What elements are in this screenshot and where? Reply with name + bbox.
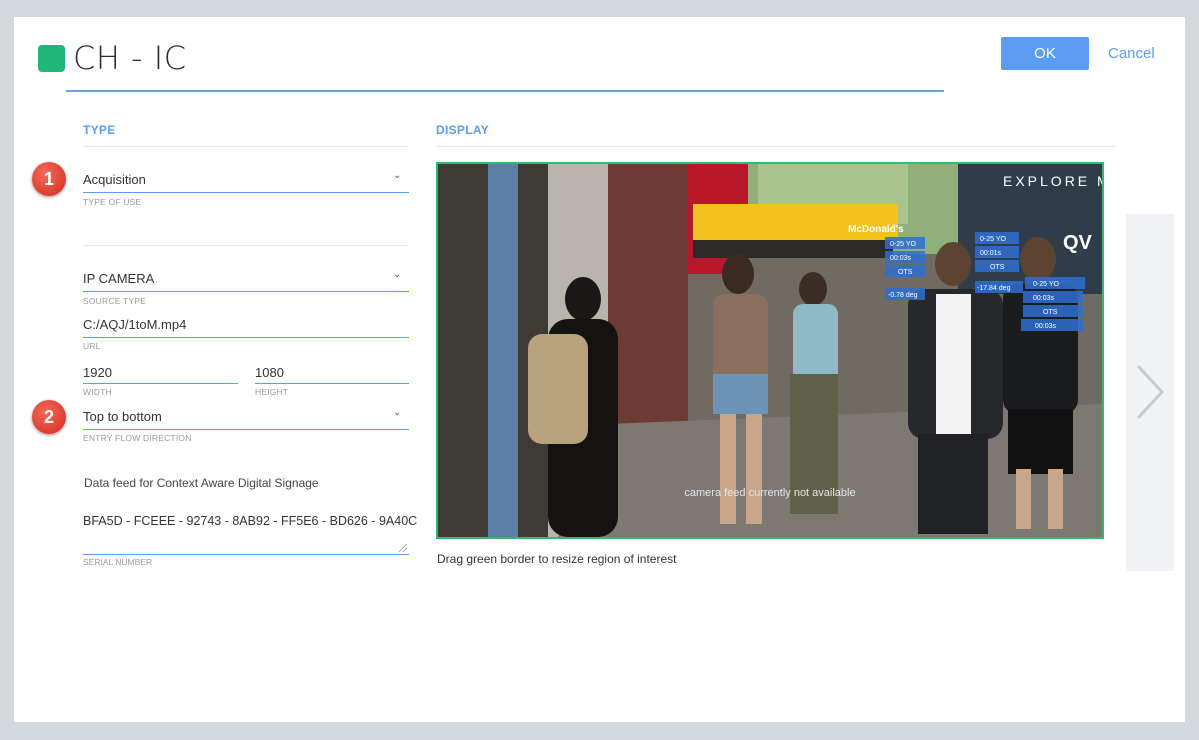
- qv-text: QV: [1063, 232, 1093, 254]
- source-type-underline: [83, 291, 409, 292]
- url-value: C:/AQJ/1toM.mp4: [83, 317, 187, 332]
- type-heading: TYPE: [83, 123, 116, 137]
- tracking-tag-1: 0-25 YO 00:03s OTS -0.78 deg: [885, 237, 925, 300]
- type-divider: [83, 146, 409, 147]
- entry-flow-value: Top to bottom: [83, 409, 162, 424]
- entry-flow-underline: [83, 429, 409, 430]
- chevron-down-icon: ⌄: [393, 269, 402, 280]
- data-feed-label: Data feed for Context Aware Digital Sign…: [84, 476, 319, 490]
- tag-time-text: 00:03s: [890, 255, 912, 262]
- tag-ots-text: OTS: [1043, 309, 1058, 316]
- tag-age-text: 0-25 YO: [890, 241, 916, 248]
- tag-age-text: 0-25 YO: [1033, 281, 1059, 288]
- chevron-down-icon: ⌄: [393, 407, 402, 418]
- video-status-text: camera feed currently not available: [684, 487, 856, 499]
- width-caption: WIDTH: [83, 387, 112, 397]
- resize-grip-icon[interactable]: [399, 544, 407, 552]
- tag-ots-text: OTS: [990, 264, 1005, 271]
- tracking-tag-2: 0-25 YO 00:01s OTS -17.84 deg: [975, 232, 1023, 293]
- tag-time-text: 00:03s: [1035, 323, 1057, 330]
- url-underline: [83, 337, 409, 338]
- store-sign-text: McDonald's: [848, 224, 904, 235]
- callout-badge-2: 2: [32, 400, 66, 434]
- dialog: CH - IC OK Cancel TYPE 1 Acquisition ⌄ T…: [14, 17, 1185, 722]
- chevron-right-icon[interactable]: [1132, 362, 1168, 422]
- width-field[interactable]: 1920 WIDTH: [83, 365, 238, 405]
- ok-button[interactable]: OK: [1001, 37, 1089, 70]
- width-underline: [83, 383, 238, 384]
- entry-flow-caption: ENTRY FLOW DIRECTION: [83, 433, 192, 443]
- height-caption: HEIGHT: [255, 387, 289, 397]
- type-of-use-underline: [83, 192, 409, 193]
- display-divider: [436, 146, 1116, 147]
- type-of-use-caption: TYPE OF USE: [83, 197, 142, 207]
- drag-hint-text: Drag green border to resize region of in…: [437, 552, 677, 566]
- display-heading: DISPLAY: [436, 123, 490, 137]
- video-preview[interactable]: McDonald's EXPLORE MORE QV: [436, 162, 1104, 539]
- title-underline: [66, 90, 944, 92]
- page-title: CH - IC: [73, 39, 187, 77]
- url-field[interactable]: C:/AQJ/1toM.mp4 URL: [83, 317, 409, 357]
- tag-age-text: 0-25 YO: [980, 236, 1006, 243]
- type-of-use-select[interactable]: Acquisition ⌄ TYPE OF USE: [83, 170, 409, 212]
- chevron-down-icon: ⌄: [393, 170, 402, 181]
- height-field[interactable]: 1080 HEIGHT: [255, 365, 409, 405]
- serial-number-textarea[interactable]: BFA5D - FCEEE - 92743 - 8AB92 - FF5E6 - …: [83, 497, 417, 555]
- tag-time-text: 00:01s: [980, 250, 1002, 257]
- width-value: 1920: [83, 365, 112, 380]
- source-type-select[interactable]: IP CAMERA ⌄ SOURCE TYPE: [83, 269, 409, 311]
- entry-flow-select[interactable]: Top to bottom ⌄ ENTRY FLOW DIRECTION: [83, 407, 409, 449]
- url-caption: URL: [83, 341, 101, 351]
- tag-time-text: 00:03s: [1033, 295, 1055, 302]
- tag-deg-text: -17.84 deg: [977, 285, 1011, 292]
- height-underline: [255, 383, 409, 384]
- explore-more-text: EXPLORE MORE: [1003, 173, 1102, 189]
- tag-ots-text: OTS: [898, 269, 913, 276]
- source-type-value: IP CAMERA: [83, 271, 155, 286]
- callout-badge-1: 1: [32, 162, 66, 196]
- status-square-icon: [38, 45, 65, 72]
- next-panel[interactable]: [1126, 214, 1174, 571]
- height-value: 1080: [255, 365, 284, 380]
- serial-number-caption: SERIAL NUMBER: [83, 557, 153, 567]
- serial-number-value: BFA5D - FCEEE - 92743 - 8AB92 - FF5E6 - …: [83, 514, 418, 528]
- type-of-use-value: Acquisition: [83, 172, 146, 187]
- street-scene-image: McDonald's EXPLORE MORE QV: [438, 164, 1102, 537]
- cancel-button[interactable]: Cancel: [1108, 45, 1155, 62]
- source-type-caption: SOURCE TYPE: [83, 296, 146, 306]
- field-divider: [83, 245, 409, 246]
- tag-deg-text: -0.78 deg: [888, 292, 918, 299]
